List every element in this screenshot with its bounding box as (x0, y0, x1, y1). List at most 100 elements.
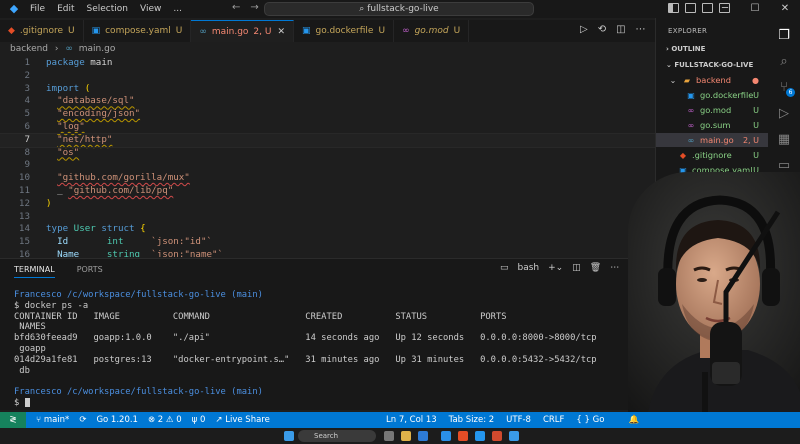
extensions-icon[interactable]: ▦ (768, 126, 800, 152)
go-version[interactable]: Go 1.20.1 (96, 415, 138, 425)
command-center[interactable]: ⌕ fullstack-go-live (264, 2, 534, 16)
tree-item-status: 2, U (742, 135, 759, 145)
git-branch-icon: ⑂ (36, 415, 44, 425)
git-icon: ◆ (8, 26, 15, 36)
source-control-badge: 6 (786, 88, 795, 97)
tab-compose-yaml[interactable]: ▣ compose.yaml U (84, 20, 192, 42)
tab-ports[interactable]: PORTS (77, 265, 103, 278)
prompt-path: /c/workspace/fullstack-go-live (66, 290, 226, 300)
menu-bar: File Edit Selection View ... (30, 4, 194, 14)
close-icon[interactable]: ✕ (770, 0, 800, 18)
tab-size[interactable]: Tab Size: 2 (449, 415, 495, 425)
go-icon: ∞ (687, 120, 695, 130)
arrow-left-icon[interactable]: ← (232, 2, 250, 13)
task-view-icon[interactable] (384, 431, 394, 441)
docker-icon: ▣ (302, 26, 311, 36)
type-name: int (106, 236, 124, 248)
app-icon[interactable] (492, 431, 502, 441)
tab-gitignore[interactable]: ◆ .gitignore U (0, 20, 84, 42)
tab-go-dockerfile[interactable]: ▣ go.dockerfile U (294, 20, 395, 42)
trash-icon[interactable]: 🗑 (590, 263, 601, 273)
toggle-panel-icon[interactable] (685, 3, 696, 13)
window-controls: ─ ☐ ✕ (710, 0, 800, 18)
docker-icon[interactable] (475, 431, 485, 441)
file-explorer-icon[interactable] (401, 431, 411, 441)
tab-label: go.mod (414, 26, 449, 36)
editor-tabs: ◆ .gitignore U ▣ compose.yaml U ∞ main.g… (0, 20, 655, 42)
tab-main-go[interactable]: ∞ main.go 2, U ✕ (191, 20, 295, 42)
tree-item-main-go[interactable]: ∞ main.go 2, U (656, 133, 769, 147)
tree-item-go-mod[interactable]: ∞ go.mod U (656, 103, 769, 117)
maximize-icon[interactable]: ☐ (740, 0, 770, 18)
cursor-position[interactable]: Ln 7, Col 13 (386, 415, 437, 425)
tab-status: U (68, 26, 75, 36)
search-icon[interactable]: ⌕ (768, 48, 800, 74)
encoding[interactable]: UTF-8 (506, 415, 531, 425)
table-row: goapp (14, 343, 46, 354)
eol[interactable]: CRLF (543, 415, 564, 425)
terminal-shell-label[interactable]: bash (518, 263, 540, 273)
more-actions-icon[interactable]: ⋯ (636, 24, 646, 35)
compare-icon[interactable]: ⟲ (598, 24, 606, 35)
menu-more[interactable]: ... (173, 4, 182, 14)
keyword: type (46, 223, 69, 235)
line-number: 6 (24, 120, 30, 132)
tree-item-go-sum[interactable]: ∞ go.sum U (656, 118, 769, 132)
breadcrumb-folder[interactable]: backend (10, 44, 48, 54)
files-icon[interactable]: ❐ (768, 22, 800, 48)
windows-start-icon[interactable] (284, 431, 294, 441)
outline-section[interactable]: › OUTLINE (666, 45, 705, 53)
terminal-output[interactable]: Francesco /c/workspace/fullstack-go-live… (14, 290, 654, 409)
minimize-icon[interactable]: ─ (710, 0, 740, 18)
branch-indicator[interactable]: ⑂ main* (36, 415, 69, 425)
status-right: Ln 7, Col 13 Tab Size: 2 UTF-8 CRLF { } … (386, 412, 651, 428)
tree-item-backend[interactable]: ⌄ ▰ backend ● (656, 73, 769, 87)
bracket: ( (79, 82, 91, 94)
split-editor-icon[interactable]: ◫ (616, 24, 625, 35)
explorer-title: EXPLORER (668, 27, 708, 35)
title-bar: ◆ File Edit Selection View ... ←→ ⌕ full… (0, 0, 800, 18)
new-terminal-icon[interactable]: +⌄ (548, 263, 563, 273)
live-share-button[interactable]: ↗ Live Share (215, 415, 269, 425)
line-number: 1 (24, 57, 30, 68)
tab-terminal[interactable]: TERMINAL (14, 265, 55, 278)
more-actions-icon[interactable]: ⋯ (610, 263, 619, 273)
close-tab-icon[interactable]: ✕ (277, 27, 285, 37)
split-terminal-icon[interactable]: ◫ (572, 263, 581, 273)
menu-file[interactable]: File (30, 4, 45, 14)
type-name: string (106, 248, 141, 257)
code-editor[interactable]: 1 package main 2 3 import ( 4 "database/sq… (0, 57, 655, 257)
taskbar-search-label: Search (314, 432, 339, 440)
vscode-taskbar-icon[interactable] (441, 431, 451, 441)
remote-indicator-icon[interactable]: ≷ (0, 412, 26, 428)
go-icon: ∞ (65, 44, 73, 54)
menu-selection[interactable]: Selection (87, 4, 128, 14)
menu-view[interactable]: View (140, 4, 161, 14)
language-mode[interactable]: { } Go (576, 415, 616, 425)
notifications-icon[interactable]: 🔔 (628, 415, 639, 425)
ports-indicator[interactable]: ψ 0 (192, 415, 206, 425)
project-root[interactable]: ⌄ FULLSTACK-GO-LIVE (666, 61, 753, 69)
tab-status: U (175, 26, 183, 36)
table-row: db (14, 365, 30, 376)
tree-item-gitignore[interactable]: ◆ .gitignore U (656, 148, 769, 162)
source-control-icon[interactable]: ⑂ 6 (768, 74, 800, 100)
breadcrumb-file[interactable]: main.go (79, 44, 116, 54)
git-icon[interactable] (458, 431, 468, 441)
terminal-prompt: Francesco /c/workspace/fullstack-go-live… (14, 387, 654, 398)
problems-indicator[interactable]: ⊗ 2 ⚠ 0 (148, 415, 182, 425)
edge-icon[interactable] (418, 431, 428, 441)
menu-edit[interactable]: Edit (57, 4, 74, 14)
run-debug-icon[interactable]: ▷ (768, 100, 800, 126)
tree-item-go-dockerfile[interactable]: ▣ go.dockerfile U (656, 88, 769, 102)
sync-icon[interactable]: ⟳ (79, 415, 86, 425)
terminal-prompt: Francesco /c/workspace/fullstack-go-live… (14, 290, 654, 301)
taskbar-search[interactable]: Search (298, 430, 376, 442)
panel-tabs: TERMINAL PORTS (14, 265, 103, 278)
tab-go-mod[interactable]: ∞ go.mod U (394, 20, 470, 42)
chrome-icon[interactable] (509, 431, 519, 441)
struct-tag: `json:"name"` (151, 248, 224, 257)
toggle-sidebar-icon[interactable] (668, 3, 679, 13)
run-icon[interactable]: ▷ (580, 24, 588, 35)
tree-item-status: U (753, 105, 759, 115)
